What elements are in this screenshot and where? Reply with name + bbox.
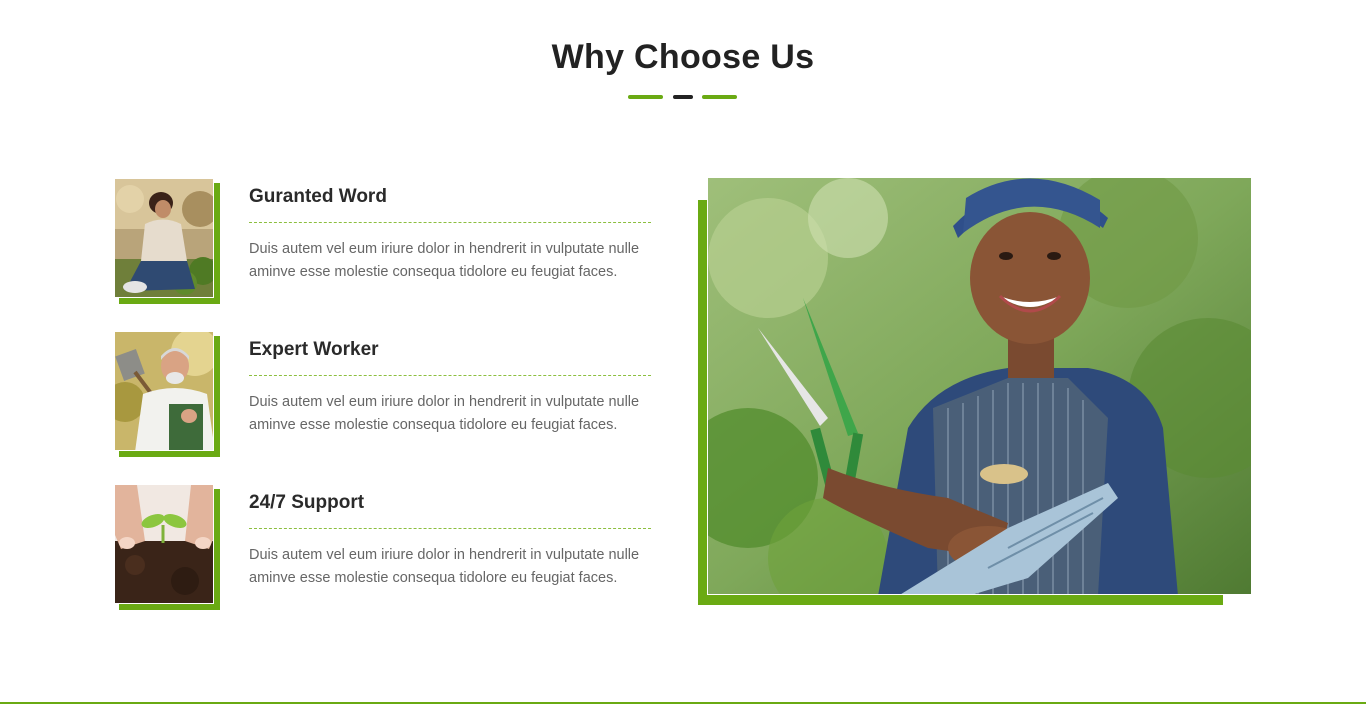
feature-title: Expert Worker: [249, 339, 379, 360]
older-gardener-with-shovel-photo: [114, 331, 214, 451]
feature-title: Guranted Word: [249, 186, 387, 207]
feature-divider: [249, 528, 651, 529]
feature-divider: [249, 222, 651, 223]
feature-item-guaranteed-word: Guranted Word Duis autem vel eum iriure …: [114, 178, 654, 308]
divider-segment: [702, 95, 737, 99]
feature-description: Duis autem vel eum iriure dolor in hendr…: [249, 241, 640, 280]
feature-thumbnail: [114, 331, 220, 457]
divider-segment: [628, 95, 663, 99]
smiling-gardener-with-shears-photo: [707, 177, 1252, 595]
woman-gardening-photo: [114, 178, 214, 298]
hands-planting-seedling-photo: [114, 484, 214, 604]
feature-item-support: 24/7 Support Duis autem vel eum iriure d…: [114, 484, 654, 614]
feature-item-expert-worker: Expert Worker Duis autem vel eum iriure …: [114, 331, 654, 461]
title-divider: [628, 95, 738, 99]
feature-description: Duis autem vel eum iriure dolor in hendr…: [249, 394, 640, 433]
feature-description: Duis autem vel eum iriure dolor in hendr…: [249, 547, 640, 586]
feature-divider: [249, 375, 651, 376]
feature-title: 24/7 Support: [249, 492, 365, 513]
divider-segment: [673, 95, 693, 99]
feature-thumbnail: [114, 484, 220, 610]
feature-thumbnail: [114, 178, 220, 304]
section-title: Why Choose Us: [551, 38, 815, 76]
